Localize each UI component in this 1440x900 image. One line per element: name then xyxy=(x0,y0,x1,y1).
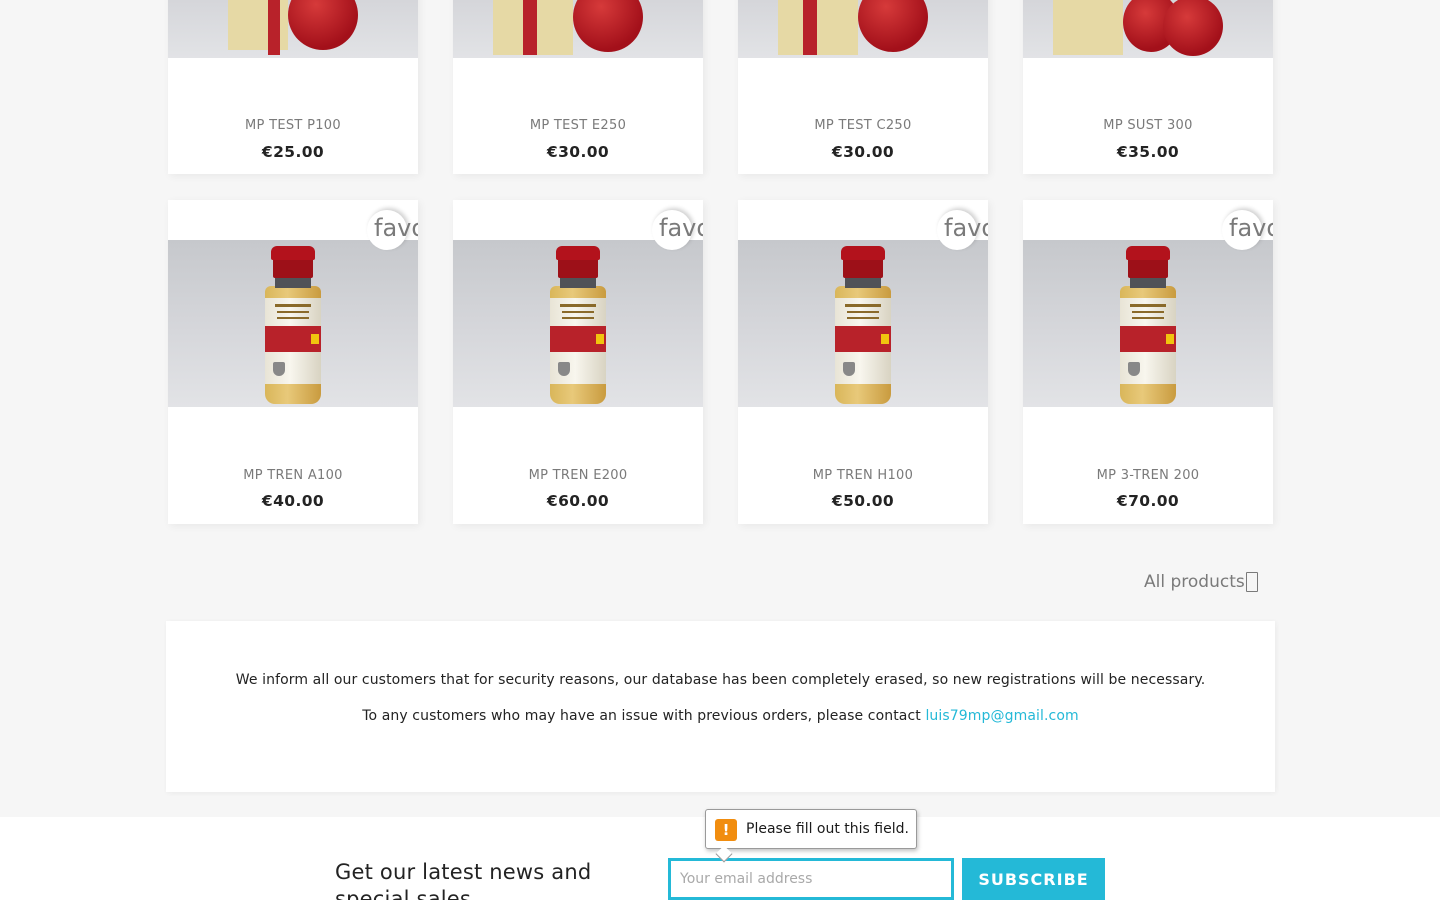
favorite-icon: favorite_border xyxy=(659,214,703,242)
warning-icon: ! xyxy=(715,819,737,841)
validation-tooltip: ! Please fill out this field. xyxy=(705,809,917,863)
favorite-button[interactable]: favorite_border xyxy=(937,210,988,250)
notice-line-2-text: To any customers who may have an issue w… xyxy=(362,708,921,724)
contact-email-link[interactable]: luis79mp@gmail.com xyxy=(925,708,1078,724)
favorite-icon: favorite_border xyxy=(1229,214,1273,242)
notice-line-2: To any customers who may have an issue w… xyxy=(166,708,1275,724)
product-card[interactable]: favorite_border MP TREN A100 €40.00 xyxy=(168,200,418,524)
newsletter-title: Get our latest news and special sales xyxy=(335,860,592,900)
product-name[interactable]: MP TEST C250 xyxy=(738,118,988,133)
product-price: €70.00 xyxy=(1116,492,1180,510)
favorite-button[interactable]: favorite_border xyxy=(367,210,418,250)
product-name[interactable]: MP 3-TREN 200 xyxy=(1023,468,1273,483)
product-price: €35.00 xyxy=(1116,143,1180,161)
newsletter-email-input[interactable] xyxy=(668,858,954,900)
product-name[interactable]: MP TREN E200 xyxy=(453,468,703,483)
product-price: €60.00 xyxy=(546,492,610,510)
product-name[interactable]: MP TEST E250 xyxy=(453,118,703,133)
product-card[interactable]: favorite_border MP TREN E200 €60.00 xyxy=(453,200,703,524)
product-image[interactable] xyxy=(738,240,988,407)
favorite-button[interactable]: favorite_border xyxy=(652,210,703,250)
all-products-label: All products xyxy=(1144,572,1245,592)
product-image[interactable] xyxy=(1023,240,1273,407)
product-image[interactable] xyxy=(738,0,988,58)
product-price: €30.00 xyxy=(546,143,610,161)
product-price: €40.00 xyxy=(261,492,325,510)
product-name[interactable]: MP TREN A100 xyxy=(168,468,418,483)
favorite-icon: favorite_border xyxy=(374,214,418,242)
product-price: €25.00 xyxy=(261,143,325,161)
product-price: €30.00 xyxy=(831,143,895,161)
product-image[interactable] xyxy=(1023,0,1273,58)
product-image[interactable] xyxy=(453,0,703,58)
product-card[interactable]: MP TEST E250 €30.00 xyxy=(453,0,703,174)
product-card[interactable]: MP TEST P100 €25.00 xyxy=(168,0,418,174)
security-notice: We inform all our customers that for sec… xyxy=(166,621,1275,792)
product-name[interactable]: MP TEST P100 xyxy=(168,118,418,133)
product-card[interactable]: favorite_border MP 3-TREN 200 €70.00 xyxy=(1023,200,1273,524)
all-products-link[interactable]: All products xyxy=(1144,572,1258,592)
chevron-right-icon xyxy=(1245,572,1258,592)
product-image[interactable] xyxy=(168,0,418,58)
vial-image xyxy=(1116,246,1180,406)
favorite-button[interactable]: favorite_border xyxy=(1222,210,1273,250)
vial-image xyxy=(831,246,895,406)
product-name[interactable]: MP SUST 300 xyxy=(1023,118,1273,133)
product-card[interactable]: favorite_border MP TREN H100 €50.00 xyxy=(738,200,988,524)
subscribe-button[interactable]: SUBSCRIBE xyxy=(962,858,1105,900)
product-image[interactable] xyxy=(453,240,703,407)
validation-message: Please fill out this field. xyxy=(746,821,909,837)
vial-image xyxy=(546,246,610,406)
favorite-icon: favorite_border xyxy=(944,214,988,242)
vial-image xyxy=(261,246,325,406)
product-card[interactable]: MP SUST 300 €35.00 xyxy=(1023,0,1273,174)
product-card[interactable]: MP TEST C250 €30.00 xyxy=(738,0,988,174)
notice-line-1: We inform all our customers that for sec… xyxy=(235,672,1206,688)
product-image[interactable] xyxy=(168,240,418,407)
product-price: €50.00 xyxy=(831,492,895,510)
product-name[interactable]: MP TREN H100 xyxy=(738,468,988,483)
